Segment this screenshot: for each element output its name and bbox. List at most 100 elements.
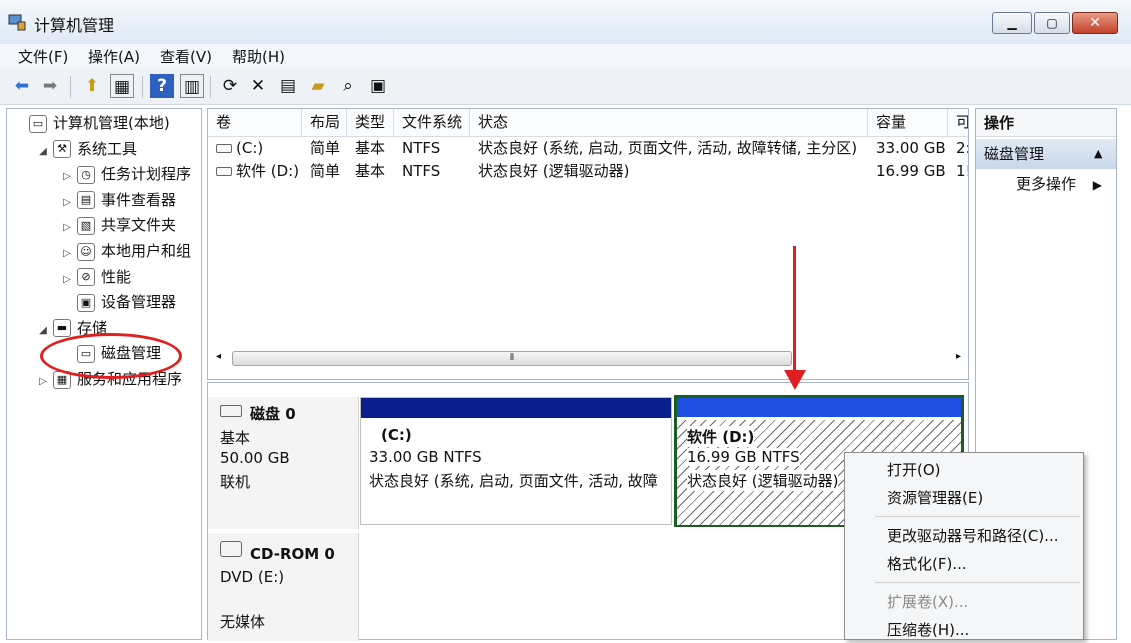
tree-item[interactable]: ▷ ☺ 本地用户和组 (61, 239, 191, 264)
table-cell-text: NTFS (402, 162, 441, 180)
table-cell-text: 简单 (310, 162, 341, 180)
cdrom-label[interactable]: CD-ROM 0 DVD (E:) 无媒体 (208, 533, 359, 641)
col-volume[interactable]: 卷 (208, 109, 302, 136)
cdrom-icon (220, 541, 242, 557)
table-cell: 简单 (302, 137, 347, 160)
actions-section-label: 磁盘管理 (984, 145, 1045, 163)
refresh-icon[interactable]: ⟳ (218, 74, 242, 98)
volume-icon (216, 167, 232, 176)
col-capacity[interactable]: 容量 (868, 109, 948, 136)
computer-icon: ▭ (29, 114, 47, 133)
col-free[interactable]: 可 (948, 109, 968, 136)
show-hide-tree-icon[interactable]: ▦ (110, 74, 134, 98)
tree-item[interactable]: ▷ ▧ 共享文件夹 (61, 213, 176, 238)
table-cell: 16.99 GB (868, 160, 948, 183)
tree-item[interactable]: ▷ ⊘ 性能 (61, 265, 131, 290)
table-cell-text: NTFS (402, 139, 441, 157)
tree-item[interactable]: ▭ 计算机管理(本地) (13, 111, 170, 136)
expander-icon[interactable]: ▷ (61, 267, 73, 292)
tree-item[interactable]: ▷ ▤ 事件查看器 (61, 188, 176, 213)
annotation-arrow (793, 246, 796, 374)
ctx-shrink-volume[interactable]: 压缩卷(H)... (887, 617, 969, 643)
window-title: 计算机管理 (34, 16, 115, 35)
toolbar: ⬅ ➡ ⬆ ▦ ? ▥ ⟳ ✕ ▤ ▰ ⌕ ▣ (0, 68, 1131, 105)
menu-file[interactable]: 文件(F) (18, 46, 68, 67)
users-icon: ☺ (77, 242, 95, 261)
collapse-icon[interactable]: ▲ (1094, 139, 1102, 169)
table-cell-text: 简单 (310, 139, 341, 157)
expander-icon[interactable]: ◢ (37, 318, 49, 343)
col-filesystem[interactable]: 文件系统 (394, 109, 470, 136)
menu-help[interactable]: 帮助(H) (232, 46, 285, 67)
table-cell: 状态良好 (逻辑驱动器) (470, 160, 868, 183)
back-icon[interactable]: ⬅ (10, 74, 34, 98)
disk-icon (220, 405, 242, 417)
clock-icon: ◷ (77, 165, 95, 184)
cdrom-status: 无媒体 (220, 613, 266, 631)
table-cell-text: 2: (956, 139, 968, 157)
delete-icon[interactable]: ✕ (246, 74, 270, 98)
expander-icon[interactable]: ▷ (61, 241, 73, 266)
ctx-open[interactable]: 打开(O) (887, 457, 941, 483)
expander-icon[interactable]: ▷ (61, 164, 73, 189)
tools-icon: ⚒ (53, 140, 71, 159)
table-cell: 简单 (302, 160, 347, 183)
up-folder-icon[interactable]: ⬆ (80, 74, 104, 98)
col-layout[interactable]: 布局 (302, 109, 347, 136)
partition-c[interactable]: (C:) 33.00 GB NTFS 状态良好 (系统, 启动, 页面文件, 活… (360, 397, 672, 525)
properties-icon[interactable]: ▤ (276, 74, 300, 98)
cdrom-type: DVD (E:) (220, 568, 285, 586)
logical-partition-bar (677, 398, 961, 417)
tree-item-label: 设备管理器 (101, 293, 177, 312)
forward-icon[interactable]: ➡ (38, 74, 62, 98)
scrollbar-thumb[interactable]: ⦀ (232, 351, 792, 366)
volume-list: 卷 布局 类型 文件系统 状态 容量 可 (C:) 简单基本 NTFS 状态良好 (系… (207, 108, 969, 380)
minimize-button[interactable]: ▁ (992, 12, 1032, 34)
actions-title: 操作 (976, 109, 1116, 137)
annotation-arrow-head (784, 370, 806, 390)
table-cell: (C:) (208, 137, 302, 160)
more-actions[interactable]: 更多操作 ▶ (1016, 173, 1102, 194)
disk0-label[interactable]: 磁盘 0 基本 50.00 GB 联机 (208, 397, 359, 529)
horizontal-scrollbar[interactable]: ◂ ⦀ ▸ (212, 349, 964, 369)
show-hide-action-icon[interactable]: ▥ (180, 74, 204, 98)
scroll-right-icon[interactable]: ▸ (956, 351, 961, 362)
ctx-format[interactable]: 格式化(F)... (887, 551, 967, 577)
menu-action[interactable]: 操作(A) (88, 46, 140, 67)
tree-item[interactable]: ▣ 设备管理器 (61, 290, 176, 315)
partition-c-status: 状态良好 (系统, 启动, 页面文件, 活动, 故障 (369, 472, 658, 490)
tree-item-label: 性能 (101, 267, 132, 286)
search-icon[interactable]: ⌕ (336, 74, 360, 98)
help-icon[interactable]: ? (150, 74, 174, 98)
actions-section[interactable]: 磁盘管理 ▲ (976, 139, 1116, 169)
volume-icon (216, 144, 232, 153)
table-cell: NTFS (394, 160, 470, 183)
open-icon[interactable]: ▰ (306, 74, 330, 98)
expander-icon[interactable]: ▷ (61, 215, 73, 240)
expander-icon[interactable]: ◢ (37, 139, 49, 164)
table-row[interactable]: 软件 (D:) 简单基本 NTFS 状态良好 (逻辑驱动器) 16.99 GB 1! (208, 160, 968, 183)
table-cell: 状态良好 (系统, 启动, 页面文件, 活动, 故障转储, 主分区) (470, 137, 868, 160)
settings-icon[interactable]: ▣ (366, 74, 390, 98)
table-cell-text: 软件 (D:) (236, 162, 300, 180)
menu-bar: 文件(F) 操作(A) 查看(V) 帮助(H) (0, 44, 1131, 68)
tree-item-label: 系统工具 (77, 139, 138, 158)
expander-icon[interactable]: ▷ (37, 369, 49, 394)
col-type[interactable]: 类型 (347, 109, 394, 136)
tree-item[interactable]: ▷ ◷ 任务计划程序 (61, 162, 191, 187)
ctx-change-drive-letter[interactable]: 更改驱动器号和路径(C)... (887, 523, 1058, 549)
disk0-type: 基本 (220, 429, 251, 447)
ctx-explorer[interactable]: 资源管理器(E) (887, 485, 983, 511)
close-button[interactable]: ✕ (1072, 12, 1118, 34)
expander-icon[interactable]: ▷ (61, 190, 73, 215)
more-actions-label: 更多操作 (1016, 175, 1077, 193)
maximize-button[interactable]: ▢ (1034, 12, 1070, 34)
context-menu: 打开(O) 资源管理器(E) 更改驱动器号和路径(C)... 格式化(F)...… (844, 452, 1084, 640)
menu-view[interactable]: 查看(V) (160, 46, 212, 67)
tree-item[interactable]: ◢ ⚒ 系统工具 (37, 137, 137, 162)
table-cell: 基本 (347, 160, 394, 183)
table-row[interactable]: (C:) 简单 基本 NTFS 状态良好 (系统, 启动, 页面文件, 活动, 故障转储… (208, 137, 968, 160)
col-status[interactable]: 状态 (470, 109, 868, 136)
table-cell: NTFS (394, 137, 470, 160)
scroll-left-icon[interactable]: ◂ (216, 351, 221, 362)
